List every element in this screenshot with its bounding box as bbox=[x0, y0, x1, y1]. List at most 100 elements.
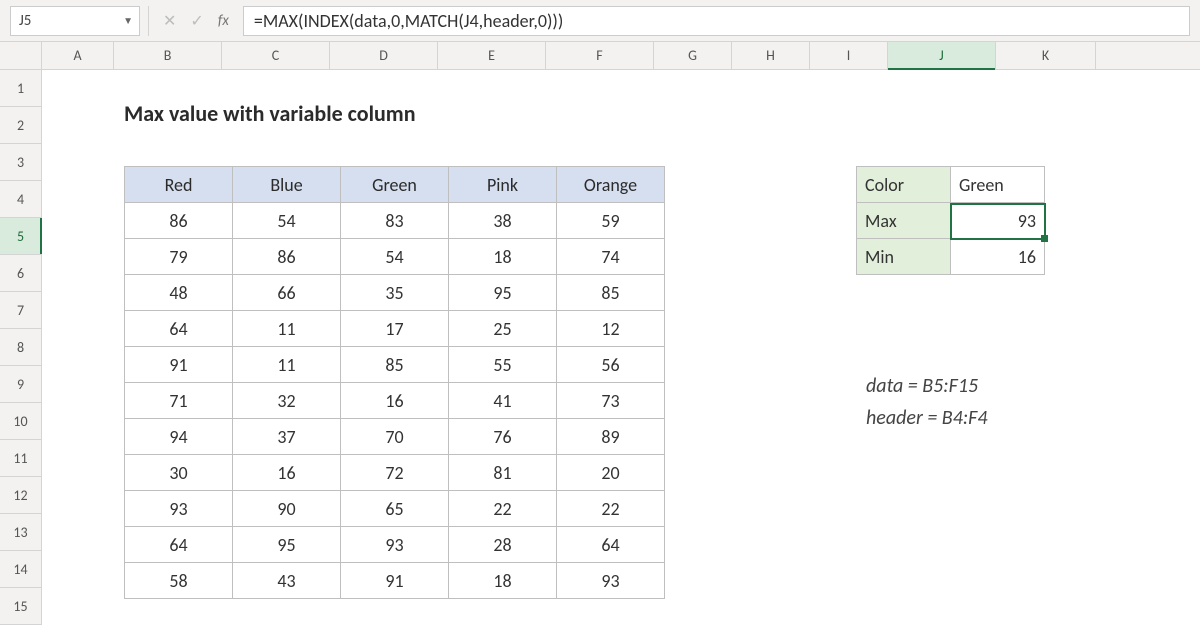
cell[interactable]: 86 bbox=[233, 239, 341, 275]
row-header-5[interactable]: 5 bbox=[0, 218, 41, 255]
col-header-G[interactable]: G bbox=[654, 42, 732, 69]
cell[interactable]: 79 bbox=[125, 239, 233, 275]
cell[interactable]: 22 bbox=[557, 491, 665, 527]
cell[interactable]: 65 bbox=[341, 491, 449, 527]
table-header[interactable]: Red bbox=[125, 167, 233, 203]
row-header-11[interactable]: 11 bbox=[0, 440, 41, 477]
cell[interactable]: 95 bbox=[449, 275, 557, 311]
table-header[interactable]: Green bbox=[341, 167, 449, 203]
cell[interactable]: 22 bbox=[449, 491, 557, 527]
summary-min-label[interactable]: Min bbox=[857, 239, 951, 275]
col-header-D[interactable]: D bbox=[330, 42, 438, 69]
cell[interactable]: 93 bbox=[125, 491, 233, 527]
cell[interactable]: 85 bbox=[341, 347, 449, 383]
cell[interactable]: 35 bbox=[341, 275, 449, 311]
cell[interactable]: 55 bbox=[449, 347, 557, 383]
cell[interactable]: 38 bbox=[449, 203, 557, 239]
select-all-corner[interactable] bbox=[0, 42, 42, 69]
formula-enter-icon[interactable]: ✓ bbox=[190, 11, 203, 31]
cell[interactable]: 16 bbox=[341, 383, 449, 419]
table-header[interactable]: Orange bbox=[557, 167, 665, 203]
col-header-K[interactable]: K bbox=[996, 42, 1096, 69]
cell[interactable]: 30 bbox=[125, 455, 233, 491]
cell[interactable]: 48 bbox=[125, 275, 233, 311]
row-header-12[interactable]: 12 bbox=[0, 477, 41, 514]
cell[interactable]: 54 bbox=[233, 203, 341, 239]
summary-color-value[interactable]: Green bbox=[951, 167, 1045, 203]
cell[interactable]: 64 bbox=[125, 311, 233, 347]
cell[interactable]: 81 bbox=[449, 455, 557, 491]
row-header-3[interactable]: 3 bbox=[0, 144, 41, 181]
cell[interactable]: 17 bbox=[341, 311, 449, 347]
name-box-dropdown-icon[interactable]: ▼ bbox=[123, 14, 133, 27]
cell[interactable]: 43 bbox=[233, 563, 341, 599]
row-header-14[interactable]: 14 bbox=[0, 551, 41, 588]
cell[interactable]: 93 bbox=[557, 563, 665, 599]
cell[interactable]: 64 bbox=[125, 527, 233, 563]
cell[interactable]: 89 bbox=[557, 419, 665, 455]
name-box[interactable]: J5 ▼ bbox=[10, 6, 140, 36]
cell[interactable]: 74 bbox=[557, 239, 665, 275]
cell[interactable]: 90 bbox=[233, 491, 341, 527]
row-header-7[interactable]: 7 bbox=[0, 292, 41, 329]
cell[interactable]: 86 bbox=[125, 203, 233, 239]
formula-cancel-icon[interactable]: ✕ bbox=[163, 11, 176, 31]
cell[interactable]: 64 bbox=[557, 527, 665, 563]
row-header-1[interactable]: 1 bbox=[0, 70, 41, 107]
cell[interactable]: 18 bbox=[449, 239, 557, 275]
col-header-E[interactable]: E bbox=[438, 42, 546, 69]
summary-max-label[interactable]: Max bbox=[857, 203, 951, 239]
col-header-J[interactable]: J bbox=[888, 42, 996, 69]
cell[interactable]: 71 bbox=[125, 383, 233, 419]
col-header-H[interactable]: H bbox=[732, 42, 810, 69]
cell[interactable]: 66 bbox=[233, 275, 341, 311]
cell[interactable]: 73 bbox=[557, 383, 665, 419]
row-header-2[interactable]: 2 bbox=[0, 107, 41, 144]
cell[interactable]: 28 bbox=[449, 527, 557, 563]
row-header-4[interactable]: 4 bbox=[0, 181, 41, 218]
cell[interactable]: 91 bbox=[125, 347, 233, 383]
cell[interactable]: 25 bbox=[449, 311, 557, 347]
cell[interactable]: 70 bbox=[341, 419, 449, 455]
row-header-6[interactable]: 6 bbox=[0, 255, 41, 292]
cell[interactable]: 56 bbox=[557, 347, 665, 383]
cell[interactable]: 11 bbox=[233, 347, 341, 383]
cell[interactable]: 16 bbox=[233, 455, 341, 491]
cell[interactable]: 20 bbox=[557, 455, 665, 491]
cell[interactable]: 91 bbox=[341, 563, 449, 599]
cell[interactable]: 94 bbox=[125, 419, 233, 455]
col-header-F[interactable]: F bbox=[546, 42, 654, 69]
cell[interactable]: 58 bbox=[125, 563, 233, 599]
cell[interactable]: 41 bbox=[449, 383, 557, 419]
cell[interactable]: 76 bbox=[449, 419, 557, 455]
row-header-10[interactable]: 10 bbox=[0, 403, 41, 440]
summary-min-value[interactable]: 16 bbox=[951, 239, 1045, 275]
cell[interactable]: 72 bbox=[341, 455, 449, 491]
col-header-I[interactable]: I bbox=[810, 42, 888, 69]
table-header[interactable]: Pink bbox=[449, 167, 557, 203]
cell[interactable]: 11 bbox=[233, 311, 341, 347]
cell[interactable]: 12 bbox=[557, 311, 665, 347]
cell[interactable]: 54 bbox=[341, 239, 449, 275]
cell[interactable]: 83 bbox=[341, 203, 449, 239]
table-header[interactable]: Blue bbox=[233, 167, 341, 203]
cell[interactable]: 85 bbox=[557, 275, 665, 311]
col-header-A[interactable]: A bbox=[42, 42, 114, 69]
row-header-13[interactable]: 13 bbox=[0, 514, 41, 551]
cell[interactable]: 93 bbox=[341, 527, 449, 563]
row-header-8[interactable]: 8 bbox=[0, 329, 41, 366]
sheet-area[interactable]: Max value with variable column Red Blue … bbox=[42, 70, 1200, 625]
formula-input[interactable]: =MAX(INDEX(data,0,MATCH(J4,header,0))) bbox=[243, 6, 1190, 36]
cell[interactable]: 18 bbox=[449, 563, 557, 599]
fx-icon[interactable]: fx bbox=[218, 12, 229, 30]
cell[interactable]: 95 bbox=[233, 527, 341, 563]
col-header-C[interactable]: C bbox=[222, 42, 330, 69]
col-header-B[interactable]: B bbox=[114, 42, 222, 69]
summary-max-value[interactable]: 93 bbox=[951, 203, 1045, 239]
cell[interactable]: 37 bbox=[233, 419, 341, 455]
row-header-9[interactable]: 9 bbox=[0, 366, 41, 403]
cell[interactable]: 59 bbox=[557, 203, 665, 239]
summary-color-label[interactable]: Color bbox=[857, 167, 951, 203]
cell[interactable]: 32 bbox=[233, 383, 341, 419]
row-header-15[interactable]: 15 bbox=[0, 588, 41, 625]
